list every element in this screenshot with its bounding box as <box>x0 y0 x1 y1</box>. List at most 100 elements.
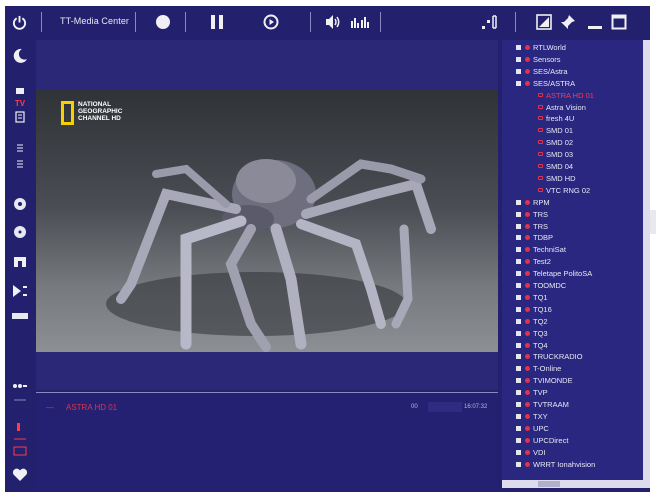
channel-label: SMD 04 <box>546 162 574 171</box>
folder-icon <box>525 211 530 217</box>
expand-icon[interactable] <box>516 294 521 300</box>
expand-icon[interactable] <box>516 283 521 288</box>
expand-icon[interactable] <box>516 354 521 360</box>
channel-logo: NATIONAL GEOGRAPHIC CHANNEL HD <box>61 101 126 125</box>
expand-icon[interactable] <box>516 45 521 50</box>
video-picture <box>36 89 498 352</box>
device-icon[interactable] <box>9 310 31 322</box>
cd-icon[interactable] <box>9 224 31 240</box>
epg-icon[interactable] <box>9 434 31 444</box>
expand-icon[interactable] <box>516 425 521 431</box>
expand-icon[interactable] <box>516 259 521 265</box>
channel-label: TXY <box>533 411 548 421</box>
folder-icon <box>525 68 530 74</box>
maximize-icon[interactable] <box>609 12 629 32</box>
channel-label: SES/Astra <box>533 66 568 76</box>
list-icon[interactable] <box>9 110 31 124</box>
channel-label: RPM <box>533 197 550 207</box>
playlist-icon[interactable] <box>9 282 31 300</box>
folder-icon <box>525 366 530 372</box>
media-center-window: TT-Media Center TV NATIONAL GEOGRAPHIC C… <box>5 6 650 492</box>
channel-label: ASTRA HD 01 <box>546 90 594 100</box>
folder-icon <box>525 45 530 50</box>
favorites-icon[interactable] <box>9 466 31 484</box>
grid-icon[interactable] <box>9 158 31 170</box>
folder-icon <box>525 56 530 62</box>
channel-icon <box>538 116 543 121</box>
divider-mark <box>9 396 31 404</box>
expand-icon[interactable] <box>516 342 521 348</box>
channel-label: TDBP <box>533 233 554 243</box>
power-icon[interactable] <box>9 12 29 32</box>
channel-icon <box>538 92 543 97</box>
edit-icon[interactable] <box>534 12 554 32</box>
expand-icon[interactable] <box>516 68 521 74</box>
play-icon[interactable] <box>261 12 281 32</box>
folder-icon <box>525 306 530 312</box>
vertical-scrollbar[interactable] <box>643 40 650 480</box>
volume-icon[interactable] <box>323 12 343 32</box>
channel-label: WRRT Ionahvision <box>533 459 596 469</box>
channel-icon <box>538 104 543 109</box>
folder-icon <box>525 390 530 396</box>
channel-label: VDI <box>533 447 546 457</box>
folder-icon <box>525 461 530 467</box>
gamepad-icon[interactable] <box>9 252 31 270</box>
tv-icon[interactable] <box>9 86 31 96</box>
scroll-thumb[interactable] <box>538 481 560 487</box>
pause-icon[interactable] <box>207 12 227 32</box>
channel-panel: RTLWorld Sensors SES/Astra SES/ASTRA ASTRA H… <box>502 40 650 488</box>
toolbar: TT-Media Center <box>5 6 650 38</box>
minimize-icon[interactable] <box>585 12 605 32</box>
toolbar-divider <box>135 12 136 32</box>
clock: 16:07:32 <box>464 404 488 410</box>
expand-icon[interactable] <box>516 378 521 384</box>
channel-label: TechniSat <box>533 245 566 255</box>
expand-icon[interactable] <box>516 461 521 467</box>
expand-icon[interactable] <box>516 390 521 396</box>
expand-icon[interactable] <box>516 402 521 407</box>
channel-icon <box>538 187 543 192</box>
expand-icon[interactable] <box>516 223 521 229</box>
folder-icon <box>525 271 530 277</box>
expand-icon[interactable] <box>516 80 521 86</box>
expand-icon[interactable] <box>516 247 521 253</box>
expand-icon[interactable] <box>516 306 521 312</box>
channel-label: UPCDirect <box>533 435 569 445</box>
window-edge <box>650 210 656 234</box>
expand-icon[interactable] <box>516 211 521 217</box>
video-frame[interactable]: NATIONAL GEOGRAPHIC CHANNEL HD <box>36 89 498 352</box>
record-icon[interactable] <box>153 12 173 32</box>
folder-icon <box>525 247 530 253</box>
add-icon[interactable] <box>9 381 31 391</box>
expand-icon[interactable] <box>516 318 521 324</box>
expand-icon[interactable] <box>516 56 521 62</box>
record-list-icon[interactable] <box>9 422 31 432</box>
yellow-border-logo-icon <box>61 101 74 125</box>
channel-label: TRS <box>533 209 548 219</box>
expand-icon[interactable] <box>516 330 521 336</box>
expand-icon[interactable] <box>516 413 521 419</box>
audio-channel-icon[interactable] <box>349 12 371 32</box>
channel-label: fresh 4U <box>546 114 575 124</box>
channel-label: SES/ASTRA <box>533 78 576 88</box>
expand-icon[interactable] <box>516 235 521 241</box>
sleep-icon[interactable] <box>9 46 31 66</box>
expand-icon[interactable] <box>516 366 521 372</box>
disc-icon[interactable] <box>9 196 31 212</box>
expand-icon[interactable] <box>516 437 521 443</box>
menu-icon[interactable] <box>9 142 31 154</box>
pin-icon[interactable] <box>558 12 578 32</box>
timer-icon[interactable] <box>9 446 31 456</box>
expand-icon[interactable] <box>516 271 521 277</box>
expand-icon[interactable] <box>516 199 521 205</box>
expand-icon[interactable] <box>516 449 521 455</box>
channel-label: T-Online <box>533 364 562 374</box>
folder-icon <box>525 283 530 288</box>
fullscreen-icon[interactable] <box>479 12 503 32</box>
channel-label: TOOMDC <box>533 281 567 290</box>
folder-icon <box>525 437 530 443</box>
left-sidebar: TV <box>5 38 35 492</box>
channel-label: Teletape PolitoSA <box>533 269 593 279</box>
horizontal-scrollbar[interactable] <box>502 480 650 488</box>
